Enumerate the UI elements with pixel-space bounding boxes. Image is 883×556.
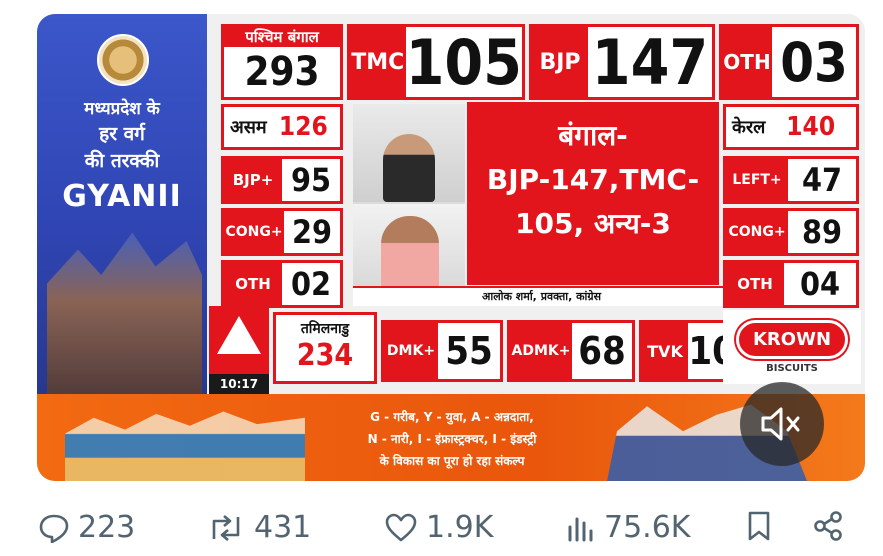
bengal-total: 293 [244, 49, 320, 95]
camera-feed-2 [353, 204, 465, 292]
bengal-label: पश्चिम बंगाल [224, 27, 340, 47]
banner-line-3: के विकास का पूरा हो रहा संकल्प [379, 454, 525, 468]
reply-button[interactable]: 223 [38, 510, 135, 545]
repost-count: 431 [254, 510, 312, 545]
tamilnadu-total-box: तमिलनाडु 234 [273, 312, 377, 384]
bookmark-icon [748, 511, 770, 541]
bengal-total-box: पश्चिम बंगाल 293 [221, 24, 343, 100]
speaker-muted-icon [761, 407, 800, 441]
row-seats: 04 [799, 265, 841, 303]
heart-icon [385, 513, 417, 541]
left-advertisement: मध्यप्रदेश के हर वर्ग की तरक्की GYANII [37, 14, 207, 394]
live-video-feed [353, 104, 465, 299]
share-icon [814, 511, 842, 541]
row-seats: 55 [445, 329, 493, 373]
row-party: CONG+ [224, 211, 284, 253]
row-party: LEFT+ [726, 159, 788, 201]
speaker-1-image [383, 134, 435, 202]
tamilnadu-row: ADMK+ 68 [507, 320, 635, 382]
speaker-caption: आलोक शर्मा, प्रवक्ता, कांग्रेस [353, 286, 730, 306]
repost-button[interactable]: 431 [206, 510, 311, 545]
views-count: 75.6K [604, 510, 691, 545]
row-party: DMK+ [384, 323, 438, 379]
sponsor-name: KROWN [735, 320, 849, 359]
tally-seats: 147 [591, 25, 709, 99]
assam-total-box: असम 126 [221, 104, 343, 150]
ad-line-2: हर वर्ग [99, 123, 145, 145]
assam-row: OTH 02 [221, 260, 343, 308]
reply-count: 223 [78, 510, 136, 545]
row-seats: 95 [290, 161, 332, 199]
tally-party: TMC [350, 27, 406, 97]
tweet-action-bar: 223 431 1.9K 75.6K [0, 510, 883, 556]
headline-line-2: BJP-147,TMC- [486, 163, 700, 196]
people-image [65, 411, 305, 481]
assam-label: असम [230, 117, 267, 138]
ad-line-1: मध्यप्रदेश के [84, 99, 160, 119]
reply-icon [39, 514, 69, 543]
tamilnadu-row: DMK+ 55 [381, 320, 503, 382]
assam-row: BJP+ 95 [221, 156, 343, 204]
emblem-icon [97, 34, 149, 86]
crowd-image [47, 232, 202, 394]
kerala-total-box: केरल 140 [723, 104, 859, 150]
headline-line-3: 105, अन्य-3 [515, 207, 671, 240]
kerala-row: OTH 04 [723, 260, 859, 308]
camera-feed-1 [353, 104, 465, 202]
clock: 10:17 [209, 374, 269, 394]
tmc-tally: TMC 105 [347, 24, 525, 100]
row-party: CONG+ [726, 211, 788, 253]
row-seats: 02 [290, 265, 332, 303]
row-seats: 29 [291, 213, 333, 251]
like-count: 1.9K [426, 510, 494, 545]
assam-row: CONG+ 29 [221, 208, 343, 256]
tally-seats: 03 [780, 30, 848, 94]
ad-brand: GYANII [62, 179, 182, 214]
banner-line-1: G - गरीब, Y - युवा, A - अन्नदाता, [370, 410, 534, 424]
bookmark-button[interactable] [746, 510, 772, 542]
headline-line-1: बंगाल- [558, 119, 628, 152]
row-seats: 68 [578, 329, 626, 373]
kerala-label: केरल [732, 117, 766, 138]
oth-tally: OTH 03 [719, 24, 859, 100]
views-chart-icon [568, 517, 593, 541]
tamilnadu-total: 234 [296, 338, 354, 373]
row-party: TVK [642, 323, 688, 379]
row-party: OTH [726, 263, 784, 305]
tamilnadu-label: तमिलनाडु [300, 321, 350, 337]
row-party: BJP+ [224, 159, 282, 201]
speaker-2-image [381, 216, 439, 292]
row-seats: 47 [801, 161, 843, 199]
assam-total: 126 [278, 112, 328, 142]
share-button[interactable] [812, 510, 844, 542]
row-party: ADMK+ [510, 323, 572, 379]
kerala-row: LEFT+ 47 [723, 156, 859, 204]
headline-box: बंगाल- BJP-147,TMC- 105, अन्य-3 [467, 102, 719, 285]
row-party: OTH [224, 263, 282, 305]
views-button[interactable]: 75.6K [566, 510, 690, 545]
repost-icon [212, 514, 240, 541]
kerala-row: CONG+ 89 [723, 208, 859, 256]
bjp-tally: BJP 147 [529, 24, 715, 100]
results-board: पश्चिम बंगाल 293 TMC 105 BJP 147 OTH 03 … [207, 14, 865, 394]
tally-seats: 105 [405, 25, 522, 99]
tally-party: BJP [532, 27, 588, 97]
kerala-total: 140 [786, 112, 836, 142]
tally-party: OTH [722, 27, 772, 97]
video-player[interactable]: मध्यप्रदेश के हर वर्ग की तरक्की GYANII प… [37, 14, 865, 481]
ad-line-3: की तरक्की [84, 150, 160, 172]
banner-slogan: G - गरीब, Y - युवा, A - अन्नदाता, N - ना… [337, 406, 567, 472]
mute-button[interactable] [740, 382, 824, 466]
sponsor-sub: BISCUITS [766, 363, 818, 374]
bottom-banner: G - गरीब, Y - युवा, A - अन्नदाता, N - ना… [37, 394, 865, 481]
sponsor-logo: KROWN BISCUITS [723, 310, 861, 384]
row-seats: 89 [801, 213, 843, 251]
channel-logo-icon [217, 316, 261, 354]
banner-line-2: N - नारी, I - इंफ्रास्ट्रक्चर, I - इंडस्… [367, 432, 537, 446]
like-button[interactable]: 1.9K [384, 510, 493, 545]
